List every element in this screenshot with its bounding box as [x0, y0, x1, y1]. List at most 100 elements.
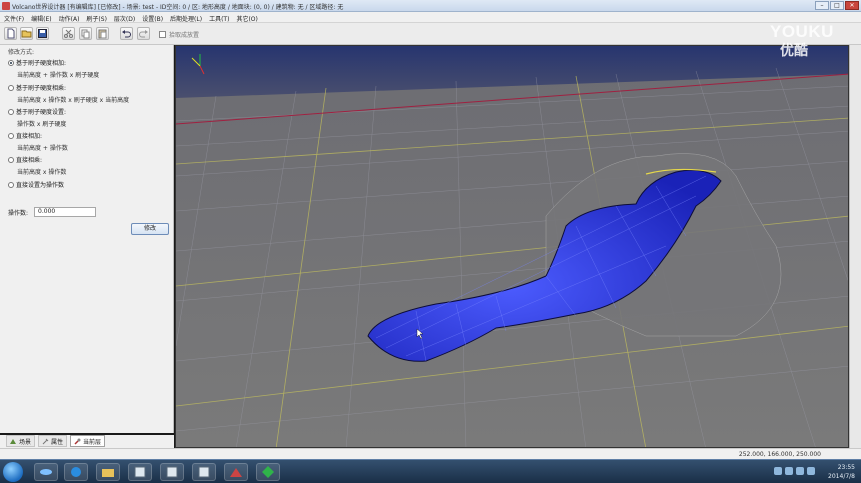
paste-button[interactable] — [96, 27, 109, 40]
option-label: 基于刷子硬度相加: — [16, 60, 67, 67]
menu-tools[interactable]: 工具(T) — [207, 12, 234, 23]
taskbar-explorer[interactable] — [96, 463, 120, 481]
menu-action[interactable]: 动作(A) — [57, 12, 85, 23]
taskbar-browser[interactable] — [64, 463, 88, 481]
system-tray — [774, 467, 815, 475]
taskbar-window-1[interactable] — [128, 463, 152, 481]
tab-label: 场景 — [19, 438, 32, 446]
start-button[interactable] — [3, 462, 23, 482]
layer-tool-icon — [74, 438, 81, 445]
taskbar-volcano[interactable] — [224, 463, 248, 481]
scene-icon — [10, 438, 16, 444]
undo-icon — [122, 30, 131, 38]
diamond-icon — [262, 466, 274, 478]
option-label: 直接设置为操作数 — [16, 182, 65, 189]
cursor-coordinates: 252.000, 166.000, 250.000 — [738, 451, 821, 458]
modify-panel: 修改方式: 基于刷子硬度相加: 当前高度 + 操作数 x 刷子硬度 基于刷子硬度… — [0, 45, 174, 433]
pick-place-label: 拾取成放置 — [169, 32, 200, 39]
option-desc: 当前高度 x 操作数 — [17, 169, 67, 176]
minimize-button[interactable]: – — [815, 1, 829, 10]
folder-icon — [102, 469, 114, 477]
option-brush-multiply[interactable]: 基于刷子硬度相乘: 当前高度 x 操作数 x 刷子硬度 x 当前高度 — [8, 83, 129, 104]
radio-button[interactable] — [8, 59, 14, 66]
menu-postprocess[interactable]: 后期处理(L) — [168, 12, 207, 23]
clock[interactable]: 23:55 2014/7/8 — [828, 463, 855, 481]
menu-settings[interactable]: 设置(B) — [140, 12, 168, 23]
vertical-scrollbar[interactable] — [849, 45, 861, 448]
3d-viewport[interactable] — [175, 45, 849, 448]
toolbar: 拾取成放置 — [0, 23, 861, 45]
menu-brush[interactable]: 刷子(S) — [84, 12, 112, 23]
new-file-icon — [7, 28, 15, 39]
option-label: 直接相乘: — [16, 157, 43, 164]
window-controls: – □ ✕ — [815, 1, 859, 10]
taskbar-app-green[interactable] — [256, 463, 280, 481]
tray-icon[interactable] — [785, 467, 793, 475]
option-desc: 当前高度 x 操作数 x 刷子硬度 x 当前高度 — [17, 97, 130, 104]
clock-date: 2014/7/8 — [828, 473, 855, 480]
maximize-button[interactable]: □ — [830, 1, 844, 10]
radio-button[interactable] — [8, 181, 14, 188]
menu-bar: 文件(F) 编辑(E) 动作(A) 刷子(S) 层次(D) 设置(B) 后期处理… — [0, 12, 861, 23]
save-button[interactable] — [36, 27, 49, 40]
option-desc: 当前高度 + 操作数 — [17, 145, 68, 152]
option-desc: 当前高度 + 操作数 x 刷子硬度 — [17, 72, 100, 79]
clock-time: 23:55 — [837, 464, 855, 471]
taskbar-window-2[interactable] — [160, 463, 184, 481]
taskbar: 23:55 2014/7/8 — [0, 459, 861, 483]
option-brush-set[interactable]: 基于刷子硬度设置: 操作数 x 刷子硬度 — [8, 107, 66, 128]
operand-input[interactable]: 0.000 — [34, 207, 97, 217]
redo-button[interactable] — [137, 27, 150, 40]
youku-watermark: YOUKU 优酷 — [770, 22, 834, 60]
radio-button[interactable] — [8, 108, 14, 115]
menu-layer[interactable]: 层次(D) — [112, 12, 140, 23]
menu-other[interactable]: 其它(O) — [234, 12, 262, 23]
radio-button[interactable] — [8, 156, 14, 163]
menu-edit[interactable]: 编辑(E) — [29, 12, 56, 23]
app-icon — [2, 2, 10, 10]
tab-properties[interactable]: 属性 — [38, 435, 68, 447]
radio-button[interactable] — [8, 132, 14, 139]
redo-icon — [139, 30, 148, 38]
undo-button[interactable] — [120, 27, 133, 40]
title-bar: Volcano世界设计器 [有编辑库] [已修改] - 场景: test - I… — [0, 0, 861, 12]
option-brush-add[interactable]: 基于刷子硬度相加: 当前高度 + 操作数 x 刷子硬度 — [8, 58, 99, 79]
browser-icon — [71, 467, 81, 477]
menu-file[interactable]: 文件(F) — [2, 12, 29, 23]
taskbar-app-1[interactable] — [34, 463, 58, 481]
radio-button[interactable] — [8, 84, 14, 91]
watermark-top: YOUKU — [770, 22, 834, 41]
operand-row: 操作数: 0.000 — [8, 207, 97, 217]
copy-icon — [81, 29, 90, 39]
cut-button[interactable] — [62, 27, 75, 40]
option-direct-add[interactable]: 直接相加: 当前高度 + 操作数 — [8, 131, 68, 152]
option-label: 直接相加: — [16, 133, 43, 140]
option-label: 基于刷子硬度设置: — [16, 109, 67, 116]
new-file-button[interactable] — [4, 27, 17, 40]
tab-label: 属性 — [51, 438, 64, 446]
window-icon — [134, 466, 146, 478]
option-direct-set[interactable]: 直接设置为操作数 — [8, 180, 64, 189]
paste-icon — [98, 29, 107, 39]
apply-button[interactable]: 修改 — [131, 223, 169, 235]
tray-icon[interactable] — [774, 467, 782, 475]
tab-current-layer[interactable]: 当前层 — [70, 435, 106, 447]
operand-label: 操作数: — [8, 209, 29, 217]
option-direct-multiply[interactable]: 直接相乘: 当前高度 x 操作数 — [8, 155, 66, 176]
tab-scene[interactable]: 场景 — [6, 435, 36, 447]
save-icon — [38, 29, 47, 38]
close-button[interactable]: ✕ — [845, 1, 859, 10]
pick-place-checkbox[interactable] — [159, 31, 166, 38]
window-icon — [198, 466, 210, 478]
network-icon[interactable] — [796, 467, 804, 475]
open-button[interactable] — [20, 27, 33, 40]
properties-icon — [42, 438, 49, 444]
taskbar-window-3[interactable] — [192, 463, 216, 481]
window-title: Volcano世界设计器 [有编辑库] [已修改] - 场景: test - I… — [12, 4, 344, 11]
modify-mode-label: 修改方式: — [8, 49, 35, 56]
pick-place-toggle[interactable]: 拾取成放置 — [159, 30, 199, 39]
volume-icon[interactable] — [807, 467, 815, 475]
option-desc: 操作数 x 刷子硬度 — [17, 121, 67, 128]
copy-button[interactable] — [79, 27, 92, 40]
folder-icon — [21, 30, 32, 38]
